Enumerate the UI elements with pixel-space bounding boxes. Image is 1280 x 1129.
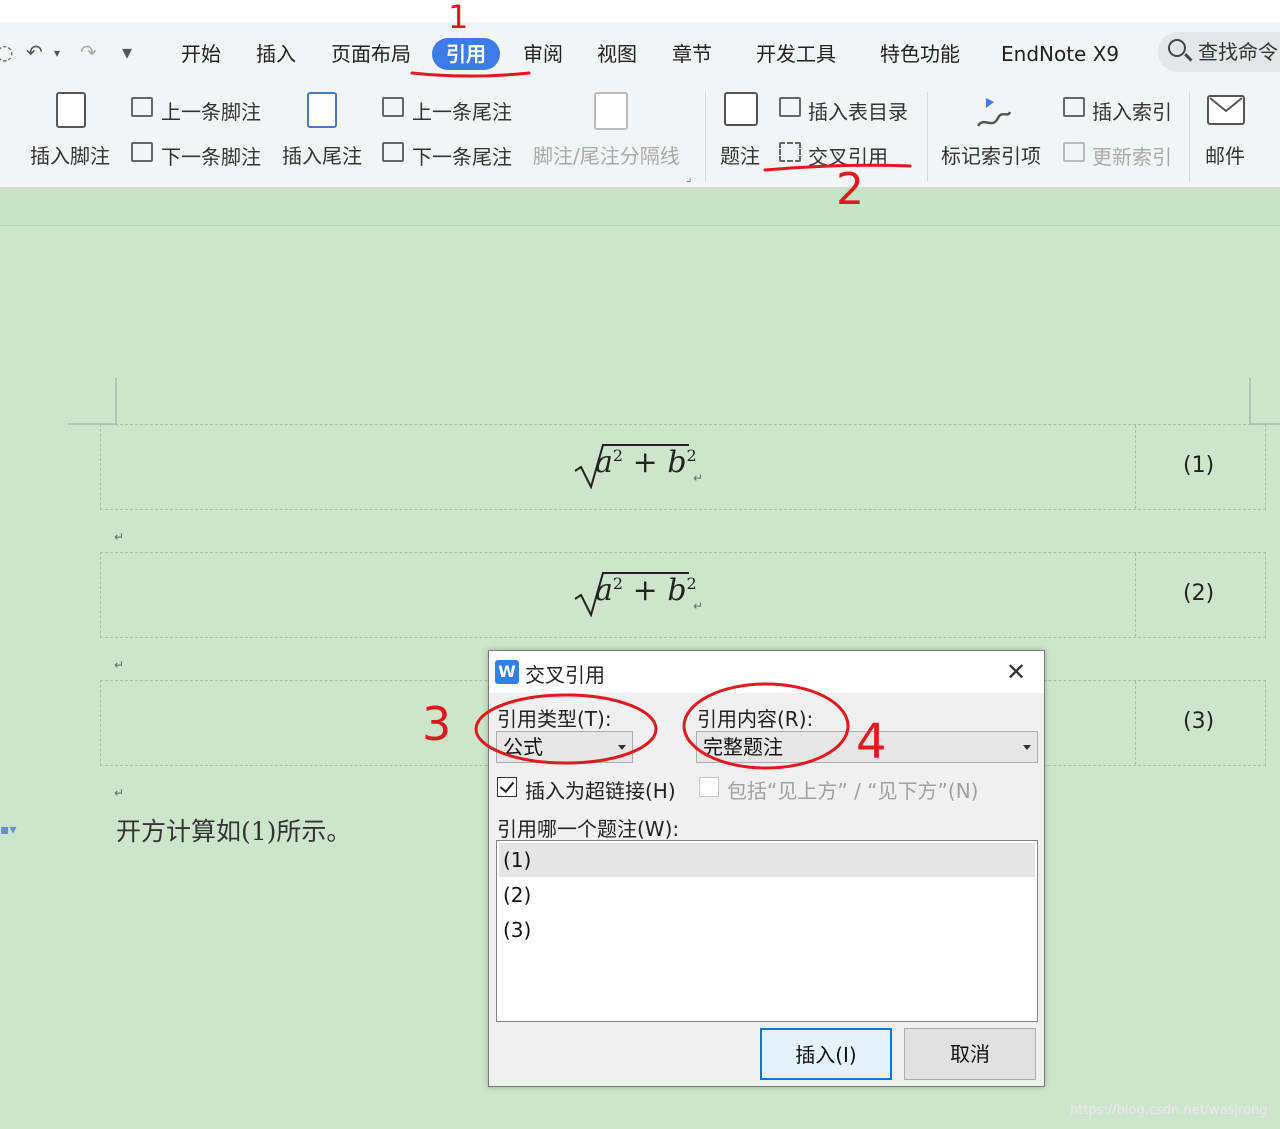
annotation-number: 1 [448, 0, 468, 36]
annotation-circle [474, 693, 658, 765]
watermark: https://blog.csdn.net/wasjrong [1070, 1103, 1268, 1118]
annotation-number: 3 [422, 697, 451, 751]
annotation-number: 2 [836, 164, 864, 215]
annotation-layer: 1 2 3 4 [410, 0, 912, 770]
annotation-number: 4 [856, 714, 887, 770]
annotation-underline [410, 71, 531, 78]
annotation-circle [682, 682, 850, 770]
